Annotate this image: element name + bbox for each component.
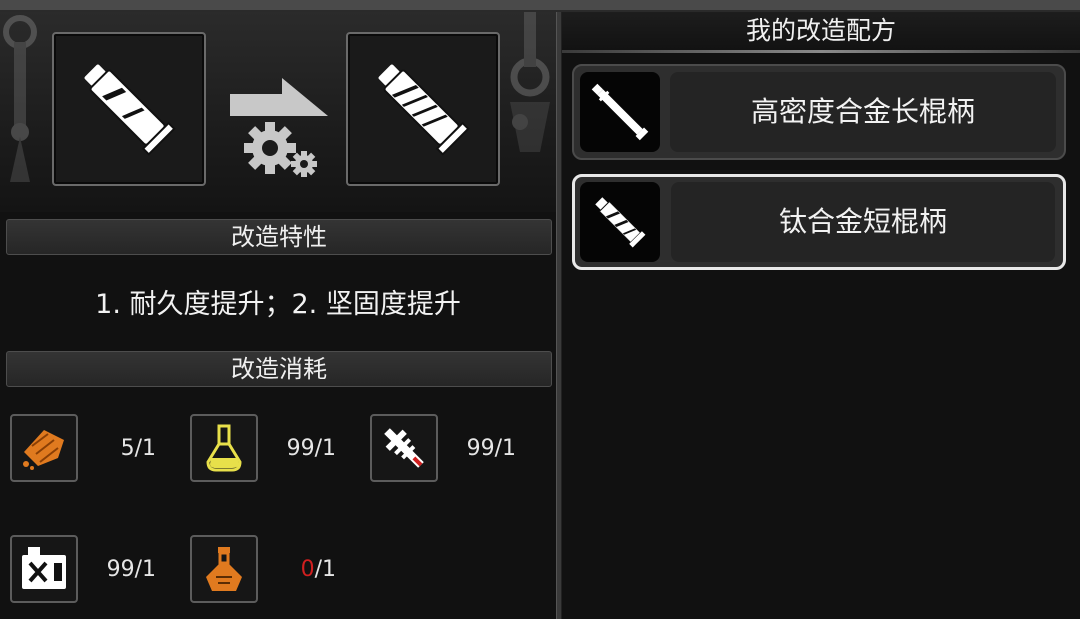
material-slot[interactable] [10,414,78,482]
striped-handle-tube-icon [378,64,470,156]
recipe-icon [580,72,660,152]
recipe-name: 高密度合金长棍柄 [670,72,1056,152]
orange-potion-icon [206,547,242,591]
target-item-slot[interactable] [346,32,500,186]
item-transform-area [0,12,556,212]
title-underline [562,50,1080,53]
material-slot[interactable] [10,535,78,603]
fuel-canister-icon [22,547,66,589]
orange-ingot-icon [23,430,64,470]
traits-text: 1. 耐久度提升；2. 坚固度提升 [95,289,461,320]
top-bar [0,0,1080,12]
recipe-icon [580,182,660,262]
traits-header: 改造特性 [6,219,552,255]
material-quantity: 99/1 [286,436,336,461]
material-quantity: 99/1 [106,557,156,582]
modify-panel: 改造特性 1. 耐久度提升；2. 坚固度提升 改造消耗 5/1 99/1 99/… [0,12,556,619]
recipe-name: 钛合金短棍柄 [671,182,1055,262]
material-slot[interactable] [190,414,258,482]
source-item-slot[interactable] [52,32,206,186]
material-quantity: 0/1 [300,557,336,582]
long-rod-icon [591,83,649,141]
arrow-gears-icon [230,78,328,177]
recipe-list-title: 我的改造配方 [562,12,1080,50]
material-quantity: 5/1 [120,436,156,461]
recipe-list-panel: 我的改造配方 高密度合金长棍柄 钛合金短棍柄 [562,12,1080,619]
white-handle-tube-icon [84,64,176,156]
gear-shaft-icon [384,428,424,468]
short-rod-icon [595,197,646,248]
yellow-flask-icon [206,424,242,472]
material-quantity: 99/1 [466,436,516,461]
recipe-item-selected[interactable]: 钛合金短棍柄 [572,174,1066,270]
recipe-item[interactable]: 高密度合金长棍柄 [572,64,1066,160]
transform-arrow [228,78,332,188]
material-slot[interactable] [190,535,258,603]
material-slot[interactable] [370,414,438,482]
cost-header: 改造消耗 [6,351,552,387]
